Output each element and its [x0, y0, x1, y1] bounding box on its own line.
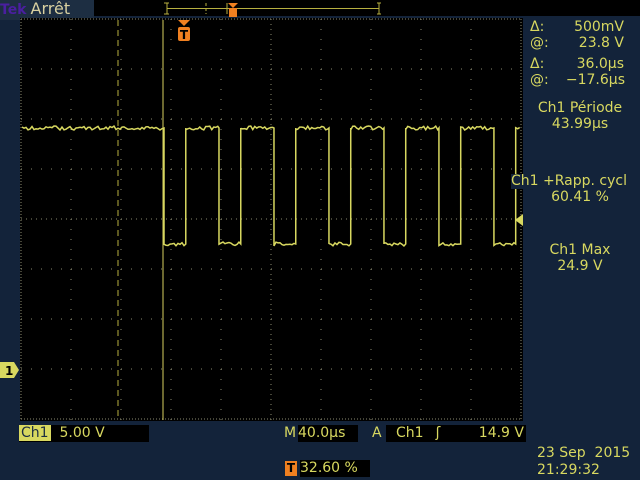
measurement-period-value: 43.99µs [551, 116, 609, 132]
cursor-t-delta-value: 36.0µs [576, 56, 624, 72]
timebase-readout[interactable]: 40.0µs [298, 425, 358, 442]
cursor-t-delta: Δ: [530, 56, 545, 72]
trigger-position-readout[interactable]: 32.60 % [300, 460, 370, 477]
record-overview [164, 2, 381, 15]
cursor-v-at: @: [530, 35, 549, 51]
measurement-duty-value: 60.41 % [551, 189, 609, 205]
cursor-v-at-value: 23.8 V [578, 35, 624, 51]
overview-trigger-icon [228, 3, 238, 17]
rising-edge-icon: ʃ [435, 425, 441, 441]
measurement-duty-label: Ch1 +Rapp. cycl [511, 174, 640, 189]
ch1-scale-readout[interactable]: Ch1 5.00 V [19, 425, 149, 442]
trigger-level: 14.9 V [478, 425, 524, 441]
measurement-max-value: 24.9 V [557, 258, 603, 274]
ch1-marker-label: 1 [5, 364, 13, 378]
ch1-label: Ch1 [19, 425, 51, 441]
time: 21:29:32 [537, 462, 600, 478]
timebase-prefix: M [284, 425, 297, 441]
trigger-position-icon: T [285, 461, 297, 476]
ch1-scale: 5.00 V [59, 425, 105, 441]
measurement-max-label: Ch1 Max [549, 242, 611, 258]
measurement-period-label: Ch1 Période [537, 100, 623, 116]
date: 23 Sep 2015 [537, 445, 631, 461]
cursor-v-delta-value: 500mV [574, 19, 624, 35]
trigger-source: Ch1 [396, 425, 424, 441]
cursor-v-delta: Δ: [530, 19, 545, 35]
trigger-marker-label: T [180, 28, 189, 42]
trigger-prefix: A [372, 425, 382, 441]
cursor-t-at-value: −17.6µs [565, 72, 625, 88]
trigger-readout[interactable]: Ch1 ʃ 14.9 V [386, 425, 526, 442]
